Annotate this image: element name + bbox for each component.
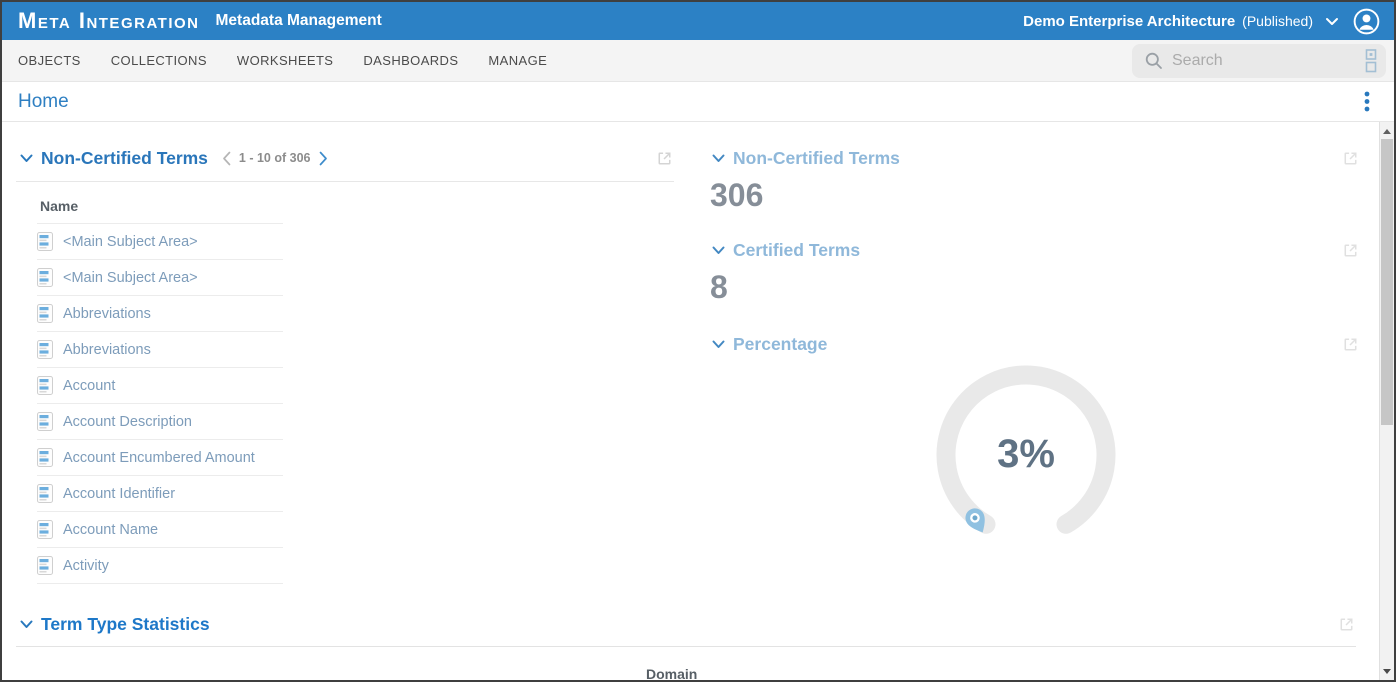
term-name: Account Name [63, 522, 158, 538]
widget-title: Certified Terms [733, 240, 860, 261]
nav-worksheets[interactable]: WORKSHEETS [237, 53, 333, 68]
term-icon [37, 556, 53, 575]
list-item[interactable]: Account Encumbered Amount [37, 440, 283, 476]
divider [16, 181, 674, 182]
column-header-name: Name [40, 198, 674, 214]
list-item[interactable]: Abbreviations [37, 296, 283, 332]
search-box[interactable] [1132, 44, 1386, 78]
term-name: Account [63, 378, 115, 394]
open-widget-icon[interactable] [655, 149, 674, 168]
vertical-scrollbar[interactable] [1379, 122, 1394, 680]
open-widget-icon[interactable] [1337, 615, 1356, 634]
meta-integration-logo: Meta Integration [18, 2, 200, 40]
list-item[interactable]: Activity [37, 548, 283, 584]
term-name: <Main Subject Area> [63, 234, 198, 250]
prev-page-chevron-icon[interactable] [218, 151, 235, 166]
term-icon [37, 340, 53, 359]
main-nav: OBJECTS COLLECTIONS WORKSHEETS DASHBOARD… [2, 40, 1394, 82]
list-item[interactable]: <Main Subject Area> [37, 260, 283, 296]
collapse-chevron-down-icon[interactable] [20, 154, 33, 163]
open-widget-icon[interactable] [1341, 149, 1360, 168]
term-icon [37, 376, 53, 395]
divider [16, 646, 1356, 647]
list-item[interactable]: Account Description [37, 404, 283, 440]
scrollbar-thumb[interactable] [1381, 139, 1393, 425]
certified-count: 8 [710, 269, 1360, 306]
user-avatar-icon[interactable] [1353, 8, 1380, 35]
pagination-range: 1 - 10 of 306 [239, 151, 311, 165]
gauge-percent-label: 3% [916, 432, 1136, 477]
non-certified-count: 306 [710, 177, 1360, 214]
term-name: Activity [63, 558, 109, 574]
list-item[interactable]: Account Name [37, 512, 283, 548]
list-item[interactable]: Account [37, 368, 283, 404]
panel-title: Non-Certified Terms [41, 148, 208, 169]
term-type-statistics-section: Term Type Statistics Domain [16, 612, 1356, 647]
breadcrumb: Home [2, 82, 1394, 122]
term-name: Abbreviations [63, 306, 151, 322]
nav-dashboards[interactable]: DASHBOARDS [363, 53, 458, 68]
term-name: Account Description [63, 414, 192, 430]
term-name: <Main Subject Area> [63, 270, 198, 286]
repository-name: Demo Enterprise Architecture [1023, 13, 1235, 30]
term-icon [37, 484, 53, 503]
nav-collections[interactable]: COLLECTIONS [111, 53, 207, 68]
section-title: Term Type Statistics [41, 614, 210, 635]
nav-objects[interactable]: OBJECTS [18, 53, 81, 68]
term-name: Account Identifier [63, 486, 175, 502]
open-widget-icon[interactable] [1341, 335, 1360, 354]
term-name: Account Encumbered Amount [63, 450, 255, 466]
term-icon [37, 304, 53, 323]
panel-header: Non-Certified Terms 1 - 10 of 306 [16, 146, 674, 170]
term-icon [37, 520, 53, 539]
content-area: Non-Certified Terms 1 - 10 of 306 [2, 122, 1394, 680]
open-widget-icon[interactable] [1341, 241, 1360, 260]
non-certified-terms-panel: Non-Certified Terms 1 - 10 of 306 [16, 146, 674, 584]
pagination: 1 - 10 of 306 [218, 151, 332, 166]
collapse-chevron-down-icon[interactable] [712, 154, 725, 163]
page-menu-kebab-icon[interactable] [1360, 89, 1374, 114]
collapse-chevron-down-icon[interactable] [712, 340, 725, 349]
collapse-chevron-down-icon[interactable] [20, 620, 33, 629]
terms-list: <Main Subject Area> <Main Subject Area> … [16, 224, 674, 584]
term-icon [37, 448, 53, 467]
certified-terms-widget: Certified Terms 8 [708, 240, 1360, 306]
breadcrumb-home-link[interactable]: Home [18, 91, 69, 113]
term-icon [37, 268, 53, 287]
advanced-search-icon[interactable] [1364, 48, 1378, 73]
top-bar: Meta Integration Metadata Management Dem… [2, 2, 1394, 40]
term-icon [37, 232, 53, 251]
widget-title: Percentage [733, 334, 827, 355]
domain-column-label: Domain [646, 666, 697, 682]
search-icon [1144, 51, 1164, 71]
list-item[interactable]: Abbreviations [37, 332, 283, 368]
list-item[interactable]: <Main Subject Area> [37, 224, 283, 260]
search-input[interactable] [1172, 52, 1364, 70]
scroll-up-button[interactable] [1380, 124, 1394, 138]
nav-manage[interactable]: MANAGE [488, 53, 547, 68]
list-item[interactable]: Account Identifier [37, 476, 283, 512]
app-title: Metadata Management [216, 12, 382, 30]
widget-title: Non-Certified Terms [733, 148, 900, 169]
non-certified-terms-widget: Non-Certified Terms 306 [708, 148, 1360, 214]
term-icon [37, 412, 53, 431]
repository-status: (Published) [1242, 13, 1313, 29]
scroll-down-button[interactable] [1380, 664, 1394, 678]
topbar-right: Demo Enterprise Architecture (Published) [1023, 8, 1380, 35]
collapse-chevron-down-icon[interactable] [712, 246, 725, 255]
app-window: Meta Integration Metadata Management Dem… [0, 0, 1396, 682]
percentage-gauge: 3% [916, 350, 1136, 565]
repository-chevron-down-icon[interactable] [1325, 17, 1339, 26]
term-name: Abbreviations [63, 342, 151, 358]
next-page-chevron-icon[interactable] [315, 151, 332, 166]
